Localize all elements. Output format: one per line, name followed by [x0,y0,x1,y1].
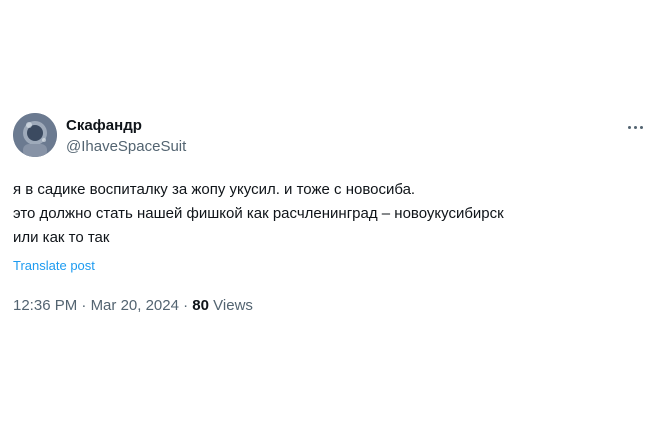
tweet-text-line: это должно стать нашей фишкой как расчле… [13,205,504,222]
tweet-text-line: я в садике воспиталку за жопу укусил. и … [13,181,416,198]
author-display-name[interactable]: Скафандр [66,117,142,134]
translate-post-link[interactable]: Translate post [13,258,95,273]
author-handle[interactable]: @IhaveSpaceSuit [66,138,186,155]
views-count: 80 [192,297,209,314]
tweet-text-line: или как то так [13,229,110,246]
views-label: Views [213,297,253,314]
avatar-image [13,113,57,157]
tweet-date[interactable]: Mar 20, 2024 [91,297,179,314]
more-options-button[interactable] [622,114,648,136]
tweet-text: я в садике воспиталку за жопу укусил. и … [13,178,643,250]
more-horizontal-icon [626,116,644,134]
author-avatar[interactable] [13,113,57,157]
tweet-time[interactable]: 12:36 PM [13,297,77,314]
meta-separator: · [183,297,189,314]
tweet-card: Скафандр @IhaveSpaceSuit я в садике восп… [0,0,656,438]
tweet-metadata: 12:36 PM · Mar 20, 2024 · 80 Views [13,297,253,314]
meta-separator: · [81,297,87,314]
